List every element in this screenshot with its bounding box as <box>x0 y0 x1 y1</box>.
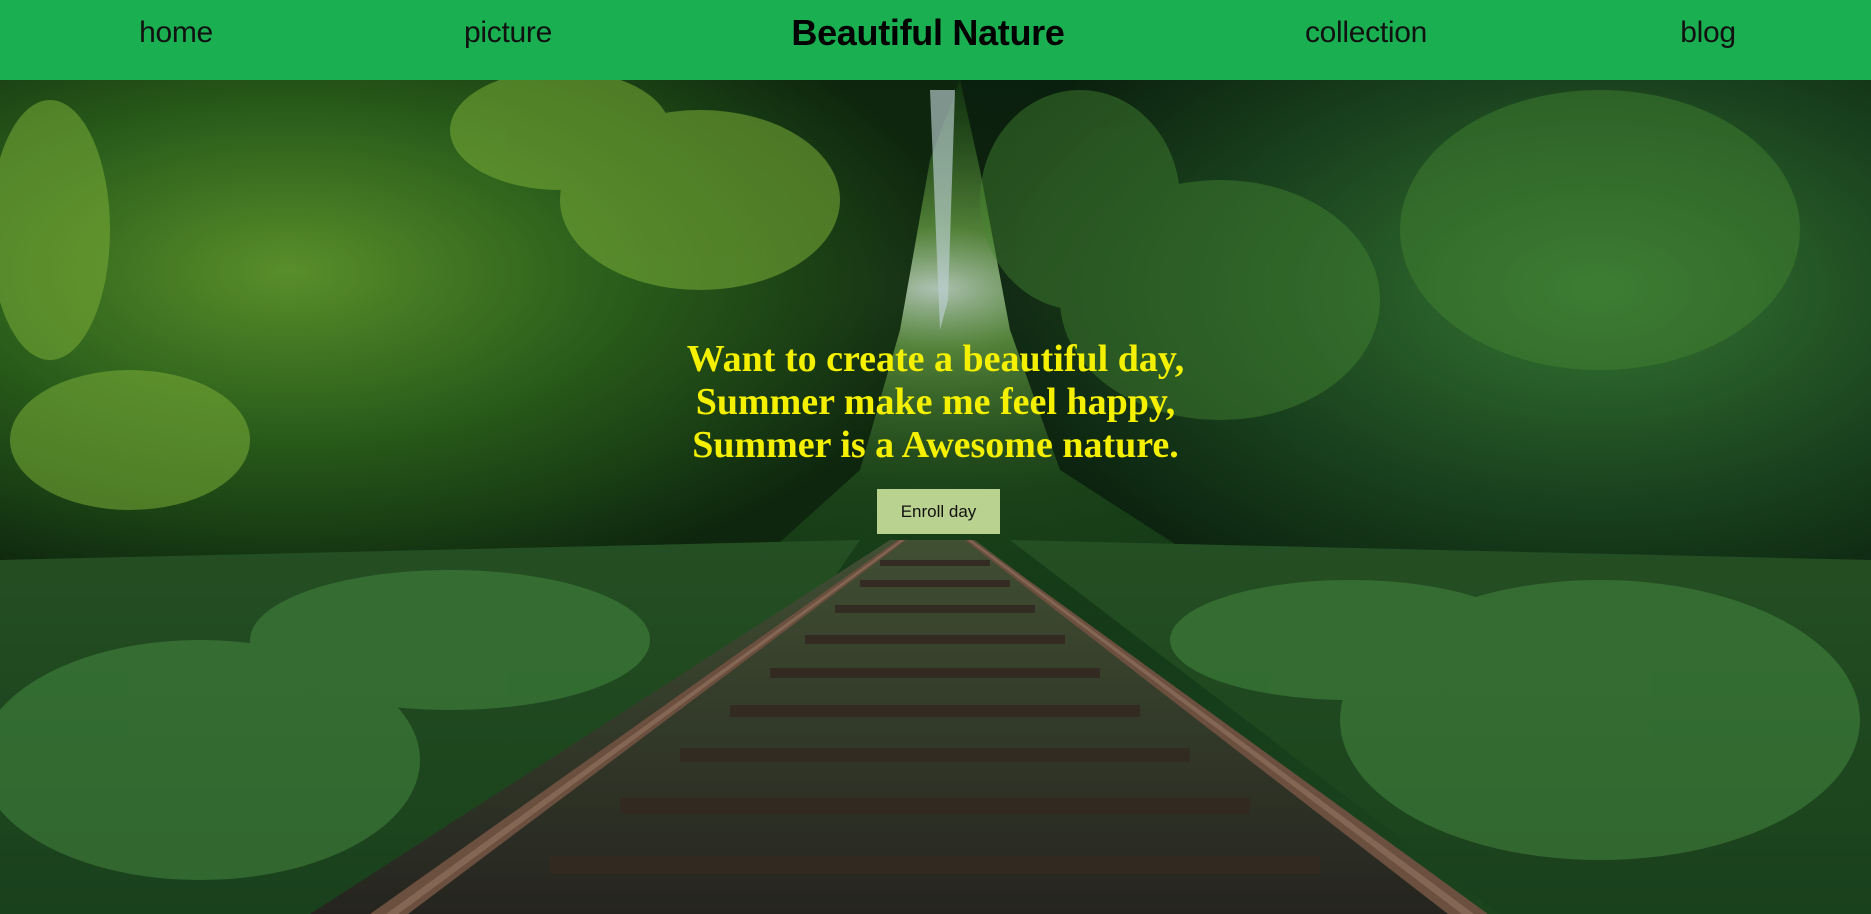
hero-tagline: Want to create a beautiful day, Summer m… <box>0 338 1871 467</box>
nav-home-link[interactable]: home <box>139 0 213 66</box>
nav-blog-link[interactable]: blog <box>1680 0 1736 66</box>
hero-tagline-line-1: Want to create a beautiful day, <box>686 338 1185 380</box>
hero-tagline-line-3: Summer is a Awesome nature. <box>692 424 1179 466</box>
site-brand-title[interactable]: Beautiful Nature <box>791 0 1065 66</box>
nav-collection-link[interactable]: collection <box>1305 0 1427 66</box>
hero-tagline-line-2: Summer make me feel happy, <box>695 381 1176 423</box>
top-navbar: home picture Beautiful Nature collection… <box>0 0 1871 80</box>
enroll-day-button[interactable]: Enroll day <box>877 489 1000 534</box>
nav-picture-link[interactable]: picture <box>464 0 552 66</box>
